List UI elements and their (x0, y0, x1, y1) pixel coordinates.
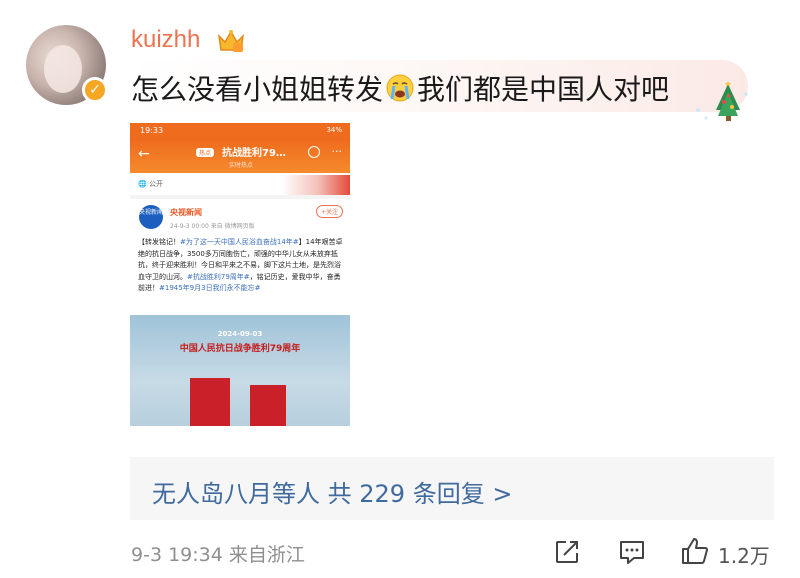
comment-icon[interactable] (618, 538, 646, 566)
screenshot-author-name: 央视新闻 (170, 208, 202, 217)
screenshot-author-logo: 央视新闻 (139, 205, 163, 229)
screenshot-poster-date: 2024-09-03 (217, 330, 263, 338)
screenshot-refresh-icon (308, 146, 320, 158)
screenshot-nav-title: 抗战胜利79… (222, 148, 286, 159)
comment-timestamp-location: 9-3 19:34 来自浙江 (131, 544, 305, 566)
screenshot-hashtag-2: #抗战胜利79周年# (187, 272, 250, 281)
screenshot-status-time: 19:33 (140, 126, 164, 135)
comment-text-part-1: 怎么没看小姐姐转发 (131, 73, 384, 106)
comment-text: 怎么没看小姐姐转发 我们都是中国人对吧 (131, 68, 669, 108)
screenshot-more-icon: ··· (331, 145, 343, 158)
screenshot-back-icon: ← (138, 146, 150, 162)
share-icon[interactable] (554, 539, 580, 565)
crown-icon (217, 30, 245, 52)
screenshot-hot-tag: 热点 (196, 148, 215, 157)
like-icon[interactable] (680, 536, 710, 566)
crying-face-icon (386, 74, 414, 102)
comment-text-part-2: 我们都是中国人对吧 (417, 73, 670, 106)
avatar[interactable]: ✓ (26, 25, 108, 105)
screenshot-post-body: 【转发铭记！#为了这一天中国人民浴血奋战14年#】14年艰苦卓绝的抗日战争，35… (138, 237, 344, 295)
replies-link[interactable]: 无人岛八月等人 共 229 条回复 > (152, 474, 512, 509)
screenshot-poster-title: 中国人民抗日战争胜利79周年 (179, 344, 301, 354)
screenshot-public-text: 公开 (148, 180, 163, 188)
verified-badge-icon: ✓ (82, 77, 108, 103)
screenshot-hashtag-3: #1945年9月3日我们永不能忘# (159, 284, 261, 292)
attached-screenshot[interactable]: 19:33 34% ← 热点 抗战胜利79… 实时热点 ··· 🌐 公开 央视新… (130, 123, 350, 426)
username[interactable]: kuizhh (131, 26, 200, 54)
screenshot-post-meta: 24-9-3 00:00 来自 微博网页版 (170, 223, 255, 230)
screenshot-nav-subtitle: 实时热点 (229, 162, 254, 169)
screenshot-follow-button: +关注 (316, 205, 344, 218)
screenshot-poster-graphic-left (190, 378, 230, 426)
christmas-tree-icon (696, 81, 748, 121)
screenshot-body-text-1: 【转发铭记！ (138, 238, 180, 246)
like-count: 1.2万 (718, 544, 770, 568)
screenshot-hashtag-1: #为了这一天中国人民浴血奋战14年# (180, 238, 299, 246)
screenshot-banner-image (282, 175, 350, 195)
screenshot-battery-label: 34% (326, 126, 342, 134)
screenshot-poster-graphic-right (250, 385, 286, 426)
screenshot-public-label: 🌐 公开 (138, 180, 163, 188)
